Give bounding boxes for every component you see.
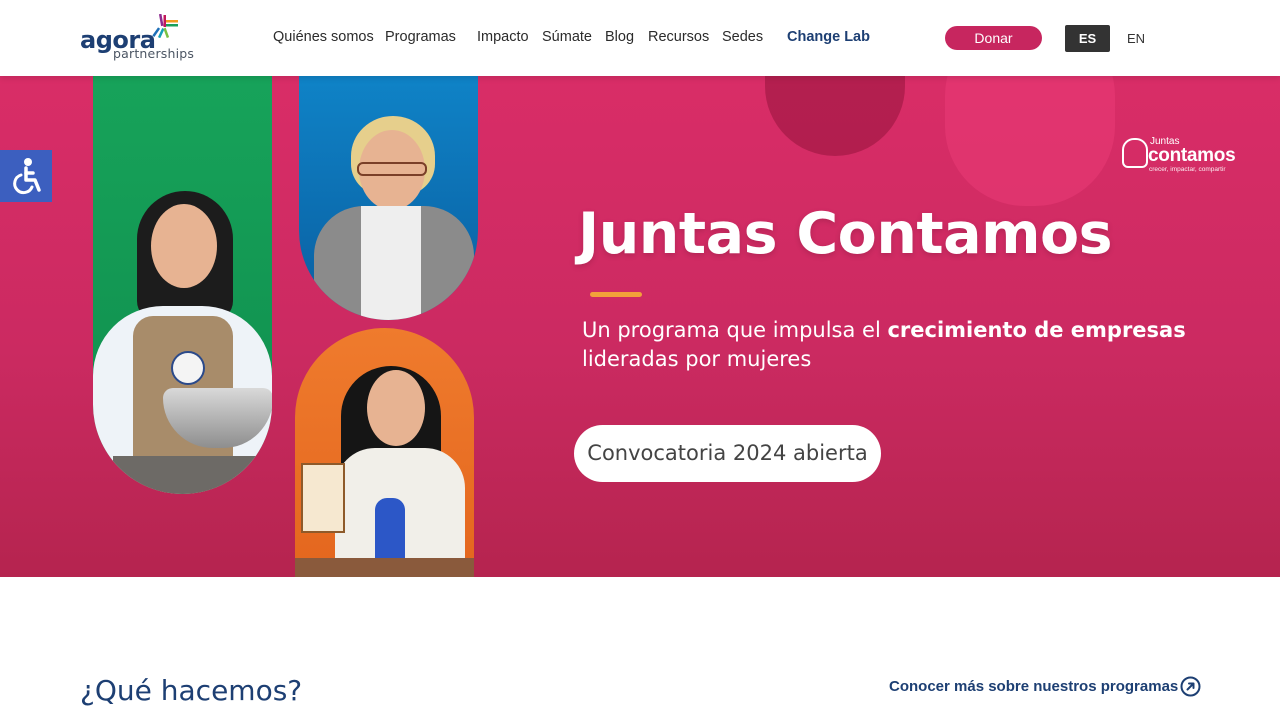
juntas-contamos-badge: Juntas contamos crecer, impactar, compar… — [1122, 134, 1247, 174]
site-header: agora partnerships Quiénes somos Program… — [0, 0, 1280, 76]
logo-mark-icon — [152, 14, 178, 38]
section-title: ¿Qué hacemos? — [80, 674, 303, 707]
hero-decoration — [945, 76, 1115, 206]
nav-item-sumate[interactable]: Súmate — [542, 29, 592, 45]
badge-mark-icon — [1122, 138, 1148, 168]
hero-photo-woman-baker — [93, 76, 272, 494]
language-en-button[interactable]: EN — [1120, 25, 1152, 52]
nav-item-recursos[interactable]: Recursos — [648, 29, 709, 45]
accessibility-icon — [13, 158, 41, 195]
hero-subtitle-bold: crecimiento de empresas — [887, 318, 1186, 342]
nav-item-impacto[interactable]: Impacto — [477, 29, 529, 45]
agora-partnerships-logo[interactable]: agora partnerships — [80, 14, 200, 64]
hero-subtitle: Un programa que impulsa el crecimiento d… — [582, 316, 1202, 374]
badge-tagline: crecer, impactar, compartir — [1149, 166, 1226, 173]
hero-subtitle-end: lideradas por mujeres — [582, 347, 812, 371]
nav-item-sedes[interactable]: Sedes — [722, 29, 763, 45]
nav-item-blog[interactable]: Blog — [605, 29, 634, 45]
nav-item-change-lab[interactable]: Change Lab — [787, 29, 870, 45]
nav-item-programas[interactable]: Programas — [385, 29, 456, 45]
hero-banner[interactable]: Juntas Contamos Un programa que impulsa … — [0, 76, 1280, 577]
programs-more-link[interactable]: Conocer más sobre nuestros programas — [889, 678, 1178, 695]
language-es-button[interactable]: ES — [1065, 25, 1110, 52]
hero-title-underline — [590, 292, 642, 297]
nav-item-quienes-somos[interactable]: Quiénes somos — [273, 29, 374, 45]
hero-decoration — [765, 76, 905, 156]
hero-photo-woman-artisan — [295, 328, 474, 577]
hero-cta-button[interactable]: Convocatoria 2024 abierta — [574, 425, 881, 482]
hero-subtitle-plain: Un programa que impulsa el — [582, 318, 888, 342]
hero-photo-woman-blazer — [299, 76, 478, 320]
logo-subtext: partnerships — [113, 46, 195, 61]
hero-title: Juntas Contamos — [578, 201, 1113, 267]
accessibility-toolbar-button[interactable] — [0, 150, 52, 202]
badge-main-text: contamos — [1148, 145, 1236, 166]
arrow-up-right-circle-icon[interactable] — [1180, 676, 1201, 697]
donate-button[interactable]: Donar — [945, 26, 1042, 50]
